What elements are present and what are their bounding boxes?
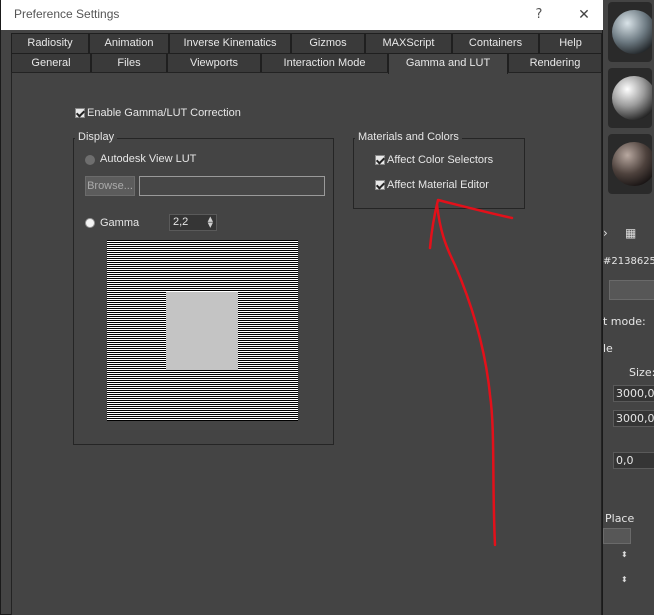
object-id-text: #21386259 bbox=[603, 256, 654, 267]
affect-color-selectors-label: Affect Color Selectors bbox=[387, 154, 494, 166]
gamma-test-pattern bbox=[107, 240, 298, 421]
tab-gizmos[interactable]: Gizmos bbox=[291, 33, 365, 53]
mode-label: t mode: bbox=[603, 315, 646, 328]
display-group-title: Display bbox=[75, 131, 118, 143]
size-label: Size: bbox=[629, 366, 654, 379]
checker-icon[interactable]: ▦ bbox=[625, 226, 636, 240]
close-button[interactable]: ✕ bbox=[573, 4, 595, 26]
tab-gamma-and-lut[interactable]: Gamma and LUT bbox=[388, 53, 508, 74]
title-bar: Preference Settings ? ✕ bbox=[1, 0, 603, 30]
affect-material-editor-label: Affect Material Editor bbox=[387, 179, 489, 191]
tab-row-top: Radiosity Animation Inverse Kinematics G… bbox=[11, 33, 602, 53]
place-button[interactable] bbox=[603, 528, 631, 544]
gamma-value-spinner[interactable]: 2,2 ▲ ▼ bbox=[169, 214, 217, 231]
autodesk-lut-radio[interactable] bbox=[85, 155, 95, 165]
le-label: le bbox=[603, 342, 613, 355]
materials-colors-group-title: Materials and Colors bbox=[355, 131, 462, 143]
screen: › ▦ #21386259 t mode: le Size: 3000,0m 3… bbox=[0, 0, 654, 615]
tab-containers[interactable]: Containers bbox=[452, 33, 539, 53]
tab-interaction-mode[interactable]: Interaction Mode bbox=[261, 53, 388, 73]
place-label: Place bbox=[605, 512, 635, 525]
spinner-icon[interactable]: ⬍ bbox=[621, 550, 628, 559]
size-field-1[interactable]: 3000,0m bbox=[613, 385, 654, 402]
enable-gamma-lut-label: Enable Gamma/LUT Correction bbox=[87, 107, 241, 119]
lut-path-field[interactable] bbox=[139, 176, 325, 196]
tab-radiosity[interactable]: Radiosity bbox=[11, 33, 89, 53]
dialog-title: Preference Settings bbox=[14, 7, 120, 21]
tab-general[interactable]: General bbox=[11, 53, 91, 73]
chevron-right-icon[interactable]: › bbox=[603, 226, 608, 240]
affect-color-selectors-checkbox[interactable] bbox=[375, 155, 385, 165]
tab-help[interactable]: Help bbox=[539, 33, 602, 53]
tab-animation[interactable]: Animation bbox=[89, 33, 169, 53]
materials-colors-group bbox=[353, 138, 525, 209]
browse-button[interactable]: Browse... bbox=[85, 176, 135, 196]
tab-row-bottom: General Files Viewports Interaction Mode… bbox=[11, 53, 602, 74]
tab-files[interactable]: Files bbox=[91, 53, 167, 73]
tab-maxscript[interactable]: MAXScript bbox=[365, 33, 452, 53]
spinner-arrows-icon[interactable]: ▲ ▼ bbox=[208, 216, 213, 229]
panel-button[interactable] bbox=[609, 280, 654, 300]
spinner-icon[interactable]: ⬍ bbox=[621, 575, 628, 584]
size-field-2[interactable]: 3000,0m bbox=[613, 410, 654, 427]
affect-material-editor-checkbox[interactable] bbox=[375, 180, 385, 190]
gamma-radio[interactable] bbox=[85, 218, 95, 228]
offset-field[interactable]: 0,0 bbox=[613, 452, 654, 469]
material-slot-1[interactable] bbox=[608, 2, 652, 62]
tab-inverse-kinematics[interactable]: Inverse Kinematics bbox=[169, 33, 291, 53]
help-button[interactable]: ? bbox=[528, 4, 550, 26]
background-app-right-panel: › ▦ #21386259 t mode: le Size: 3000,0m 3… bbox=[603, 0, 654, 615]
gamma-value: 2,2 bbox=[173, 216, 189, 228]
gamma-label: Gamma bbox=[100, 217, 140, 229]
preference-settings-dialog: Preference Settings ? ✕ Radiosity Animat… bbox=[0, 0, 603, 615]
material-slot-3[interactable] bbox=[608, 134, 652, 194]
autodesk-lut-label: Autodesk View LUT bbox=[100, 153, 197, 165]
material-slot-2[interactable] bbox=[608, 68, 652, 128]
enable-gamma-lut-checkbox[interactable] bbox=[75, 108, 85, 118]
tab-viewports[interactable]: Viewports bbox=[167, 53, 261, 73]
tab-rendering[interactable]: Rendering bbox=[508, 53, 602, 73]
gamma-reference-square bbox=[166, 292, 238, 370]
